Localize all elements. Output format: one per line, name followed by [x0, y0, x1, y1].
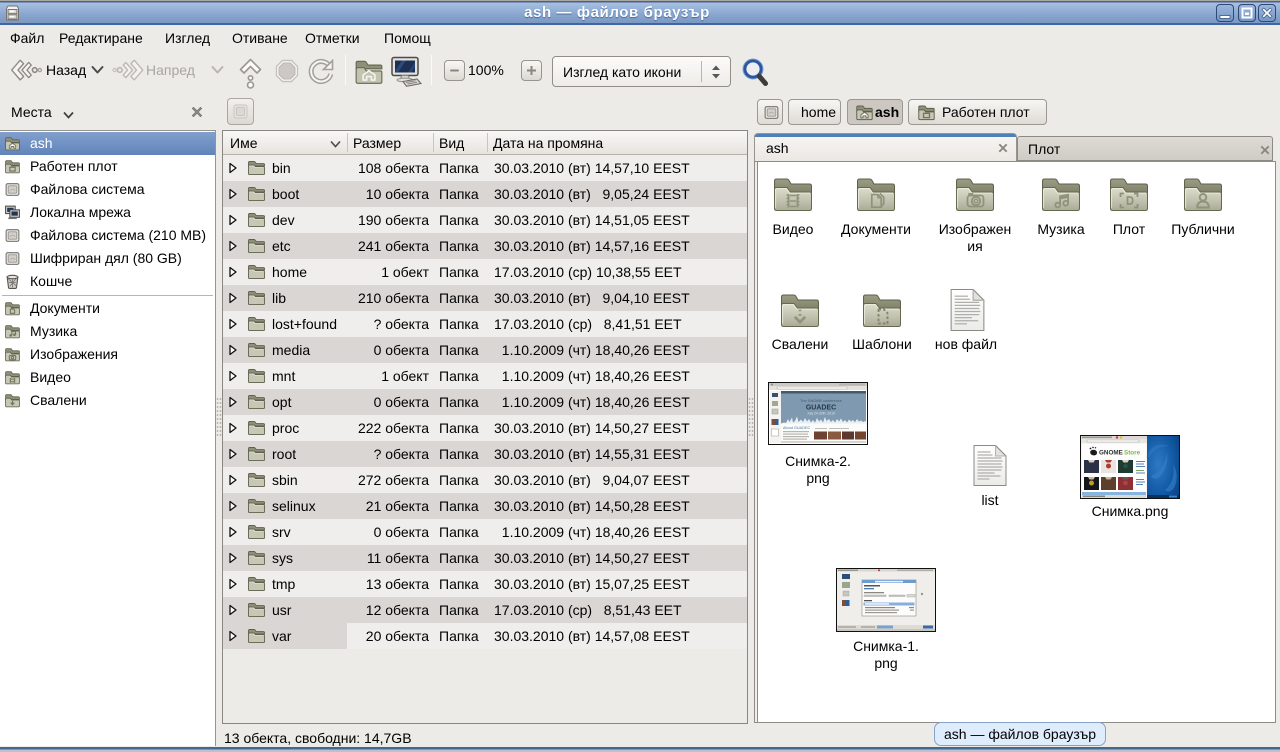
- svg-text:Store: Store: [1124, 450, 1141, 457]
- svg-text:The GNOME conference: The GNOME conference: [800, 399, 842, 403]
- svg-text:GUADEC: GUADEC: [806, 405, 836, 412]
- svg-text:GNOME: GNOME: [1099, 450, 1123, 457]
- svg-text:July 24-30th, 2010: July 24-30th, 2010: [807, 412, 835, 416]
- svg-text:About GUADEC: About GUADEC: [783, 426, 810, 430]
